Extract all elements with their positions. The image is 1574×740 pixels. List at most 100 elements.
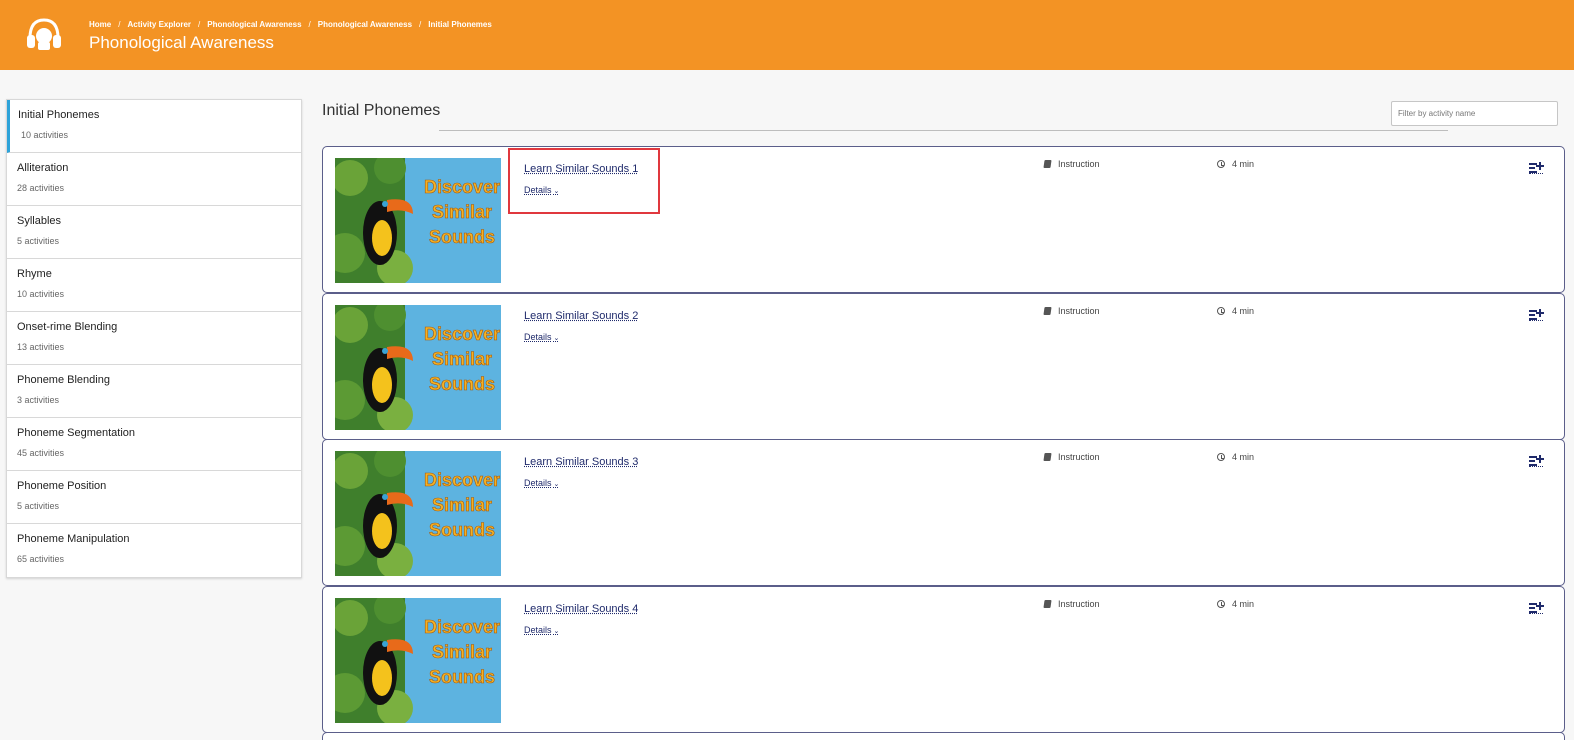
clock-icon	[1217, 307, 1225, 315]
details-toggle[interactable]: Details ⌄	[524, 332, 559, 342]
thumbnail-text: Discover	[424, 177, 500, 197]
activity-duration: 4 min	[1217, 159, 1254, 169]
book-icon	[1043, 600, 1051, 608]
breadcrumb-separator: /	[118, 20, 120, 29]
breadcrumb-initial-phonemes[interactable]: Initial Phonemes	[428, 20, 492, 29]
sidebar-item-phoneme-blending[interactable]: Phoneme Blending 3 activities	[7, 365, 301, 418]
sidebar-item-count: 28 activities	[17, 183, 291, 193]
activity-title-link[interactable]: Learn Similar Sounds 4	[524, 603, 638, 615]
sidebar-item-count: 13 activities	[17, 342, 291, 352]
sidebar-item-count: 10 activities	[17, 289, 291, 299]
chevron-down-icon: ⌄	[554, 481, 560, 488]
activity-card	[322, 732, 1565, 740]
sidebar-item-label: Rhyme	[17, 268, 291, 280]
activity-thumbnail[interactable]: Discover Similar Sounds	[335, 158, 501, 283]
sidebar-item-initial-phonemes[interactable]: Initial Phonemes 10 activities	[7, 100, 301, 153]
thumbnail-text: Discover	[424, 617, 500, 637]
sidebar-item-onset-rime-blending[interactable]: Onset-rime Blending 13 activities	[7, 312, 301, 365]
activity-duration-label: 4 min	[1232, 159, 1254, 169]
app-header: Home / Activity Explorer / Phonological …	[0, 0, 1574, 70]
activity-type: Instruction	[1044, 306, 1100, 316]
add-to-playlist-icon[interactable]	[1529, 454, 1545, 468]
thumbnail-text: Sounds	[429, 374, 495, 394]
details-label: Details	[524, 332, 552, 342]
details-toggle[interactable]: Details ⌄	[524, 478, 559, 488]
activity-type-label: Instruction	[1058, 159, 1100, 169]
breadcrumb-phonological-awareness[interactable]: Phonological Awareness	[207, 20, 301, 29]
breadcrumb-phonological-awareness-2[interactable]: Phonological Awareness	[318, 20, 412, 29]
sidebar-item-count: 3 activities	[17, 395, 291, 405]
clock-icon	[1217, 453, 1225, 461]
breadcrumb-separator: /	[198, 20, 200, 29]
sidebar-item-count: 5 activities	[17, 501, 291, 511]
sidebar-item-label: Phoneme Segmentation	[17, 427, 291, 439]
headphones-logo-icon[interactable]	[25, 16, 63, 52]
activity-card: Discover Similar Sounds Learn Similar So…	[322, 293, 1565, 440]
activity-type-label: Instruction	[1058, 599, 1100, 609]
sidebar-item-label: Initial Phonemes	[18, 109, 291, 121]
breadcrumb-separator: /	[419, 20, 421, 29]
add-to-playlist-icon[interactable]	[1529, 601, 1545, 615]
chevron-down-icon: ⌄	[554, 188, 560, 195]
sidebar-item-label: Phoneme Position	[17, 480, 291, 492]
activity-type: Instruction	[1044, 159, 1100, 169]
activity-title-link[interactable]: Learn Similar Sounds 3	[524, 456, 638, 468]
activity-duration-label: 4 min	[1232, 452, 1254, 462]
book-icon	[1043, 307, 1051, 315]
details-toggle[interactable]: Details ⌄	[524, 625, 559, 635]
sidebar-item-label: Onset-rime Blending	[17, 321, 291, 333]
activity-thumbnail[interactable]: Discover Similar Sounds	[335, 451, 501, 576]
breadcrumb-home[interactable]: Home	[89, 20, 111, 29]
activity-card: Discover Similar Sounds Learn Similar So…	[322, 439, 1565, 586]
sidebar-item-phoneme-segmentation[interactable]: Phoneme Segmentation 45 activities	[7, 418, 301, 471]
add-to-playlist-icon[interactable]	[1529, 161, 1545, 175]
page-title: Phonological Awareness	[89, 33, 274, 53]
book-icon	[1043, 453, 1051, 461]
details-label: Details	[524, 478, 552, 488]
add-to-playlist-icon[interactable]	[1529, 308, 1545, 322]
details-toggle[interactable]: Details ⌄	[524, 185, 559, 195]
sidebar-item-label: Alliteration	[17, 162, 291, 174]
activity-type: Instruction	[1044, 452, 1100, 462]
thumbnail-text: Similar	[432, 495, 492, 515]
clock-icon	[1217, 600, 1225, 608]
sidebar-item-count: 65 activities	[17, 554, 291, 564]
sidebar-item-label: Phoneme Blending	[17, 374, 291, 386]
sidebar-item-label: Phoneme Manipulation	[17, 533, 291, 545]
activity-thumbnail[interactable]: Discover Similar Sounds	[335, 305, 501, 430]
thumbnail-text: Similar	[432, 349, 492, 369]
thumbnail-text: Sounds	[429, 520, 495, 540]
clock-icon	[1217, 160, 1225, 168]
chevron-down-icon: ⌄	[554, 628, 560, 635]
activity-duration: 4 min	[1217, 306, 1254, 316]
thumbnail-text: Sounds	[429, 227, 495, 247]
sidebar-item-syllables[interactable]: Syllables 5 activities	[7, 206, 301, 259]
activity-duration-label: 4 min	[1232, 306, 1254, 316]
sidebar-item-count: 45 activities	[17, 448, 291, 458]
activity-card: Discover Similar Sounds Learn Similar So…	[322, 146, 1565, 293]
activity-type-label: Instruction	[1058, 306, 1100, 316]
activity-card: Discover Similar Sounds Learn Similar So…	[322, 586, 1565, 733]
activity-duration-label: 4 min	[1232, 599, 1254, 609]
activity-title-link[interactable]: Learn Similar Sounds 1	[524, 163, 638, 175]
thumbnail-text: Sounds	[429, 667, 495, 687]
activity-type: Instruction	[1044, 599, 1100, 609]
sidebar-item-alliteration[interactable]: Alliteration 28 activities	[7, 153, 301, 206]
sidebar-item-count: 10 activities	[18, 130, 291, 140]
sidebar-item-rhyme[interactable]: Rhyme 10 activities	[7, 259, 301, 312]
book-icon	[1043, 160, 1051, 168]
sidebar-item-phoneme-manipulation[interactable]: Phoneme Manipulation 65 activities	[7, 524, 301, 577]
activity-thumbnail[interactable]: Discover Similar Sounds	[335, 598, 501, 723]
filter-input[interactable]	[1391, 101, 1558, 126]
activity-title-link[interactable]: Learn Similar Sounds 2	[524, 310, 638, 322]
activity-duration: 4 min	[1217, 452, 1254, 462]
sidebar-item-count: 5 activities	[17, 236, 291, 246]
section-title: Initial Phonemes	[322, 102, 440, 120]
activity-duration: 4 min	[1217, 599, 1254, 609]
breadcrumb: Home / Activity Explorer / Phonological …	[89, 20, 492, 29]
skill-sidebar: Initial Phonemes 10 activities Alliterat…	[6, 99, 302, 578]
breadcrumb-activity-explorer[interactable]: Activity Explorer	[127, 20, 191, 29]
thumbnail-text: Discover	[424, 470, 500, 490]
thumbnail-text: Discover	[424, 324, 500, 344]
sidebar-item-phoneme-position[interactable]: Phoneme Position 5 activities	[7, 471, 301, 524]
